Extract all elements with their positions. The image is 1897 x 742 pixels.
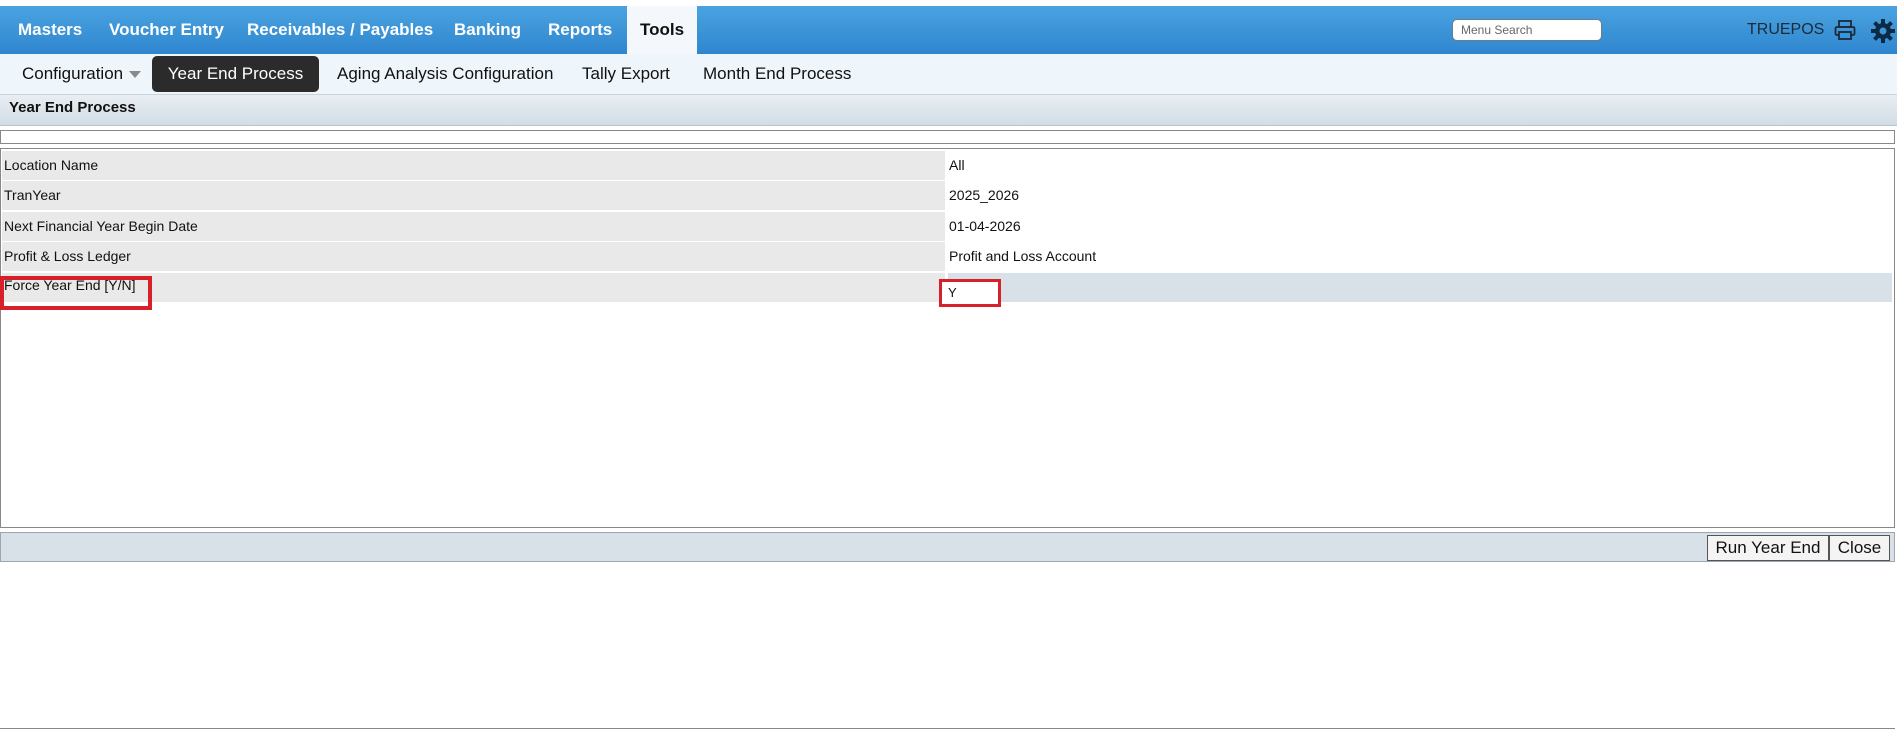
user-name: TRUEPOS bbox=[1747, 21, 1825, 38]
subnav-aging-analysis-configuration[interactable]: Aging Analysis Configuration bbox=[337, 54, 553, 94]
force-year-end-cell bbox=[948, 273, 1892, 302]
force-year-end-input[interactable]: Y bbox=[939, 279, 1001, 307]
nav-tools[interactable]: Tools bbox=[627, 6, 697, 54]
field-label: Next Financial Year Begin Date bbox=[2, 212, 945, 241]
tranyear-field[interactable]: 2025_2026 bbox=[948, 181, 1892, 210]
highlight-box-label bbox=[0, 276, 152, 310]
sub-nav: Configuration Year End Process Aging Ana… bbox=[0, 54, 1897, 94]
subnav-year-end-process[interactable]: Year End Process bbox=[152, 56, 319, 92]
nav-receivables-payables[interactable]: Receivables / Payables bbox=[247, 6, 433, 54]
field-label: Profit & Loss Ledger bbox=[2, 242, 945, 271]
form-row-tranyear: TranYear 2025_2026 bbox=[2, 181, 1892, 210]
run-year-end-button[interactable]: Run Year End bbox=[1707, 535, 1829, 561]
panel-divider bbox=[0, 130, 1895, 144]
location-name-field[interactable]: All bbox=[948, 151, 1892, 180]
close-button[interactable]: Close bbox=[1829, 535, 1890, 561]
form-row-next-fy-date: Next Financial Year Begin Date 01-04-202… bbox=[2, 212, 1892, 241]
page-title: Year End Process bbox=[9, 99, 136, 116]
top-nav: Masters Voucher Entry Receivables / Paya… bbox=[0, 6, 1897, 54]
pl-ledger-field[interactable]: Profit and Loss Account bbox=[948, 242, 1892, 271]
nav-reports[interactable]: Reports bbox=[548, 6, 612, 54]
subnav-tally-export[interactable]: Tally Export bbox=[582, 54, 670, 94]
form-row-location: Location Name All bbox=[2, 151, 1892, 180]
nav-voucher-entry[interactable]: Voucher Entry bbox=[109, 6, 224, 54]
form-row-pl-ledger: Profit & Loss Ledger Profit and Loss Acc… bbox=[2, 242, 1892, 271]
field-label: Location Name bbox=[2, 151, 945, 180]
field-label: TranYear bbox=[2, 181, 945, 210]
bottom-area bbox=[0, 562, 1895, 729]
panel-header: Year End Process bbox=[0, 94, 1897, 126]
action-bar: Run Year End Close bbox=[0, 532, 1895, 562]
subnav-configuration-label: Configuration bbox=[22, 64, 124, 83]
printer-icon[interactable] bbox=[1834, 20, 1856, 40]
caret-down-icon bbox=[129, 71, 142, 79]
nav-banking[interactable]: Banking bbox=[454, 6, 521, 54]
form-panel: Location Name All TranYear 2025_2026 Nex… bbox=[0, 148, 1895, 528]
gear-icon[interactable] bbox=[1870, 18, 1896, 44]
subnav-configuration[interactable]: Configuration bbox=[22, 54, 142, 94]
next-fy-begin-date-field[interactable]: 01-04-2026 bbox=[948, 212, 1892, 241]
menu-search-input[interactable] bbox=[1452, 19, 1602, 41]
subnav-month-end-process[interactable]: Month End Process bbox=[703, 54, 851, 94]
nav-masters[interactable]: Masters bbox=[18, 6, 82, 54]
